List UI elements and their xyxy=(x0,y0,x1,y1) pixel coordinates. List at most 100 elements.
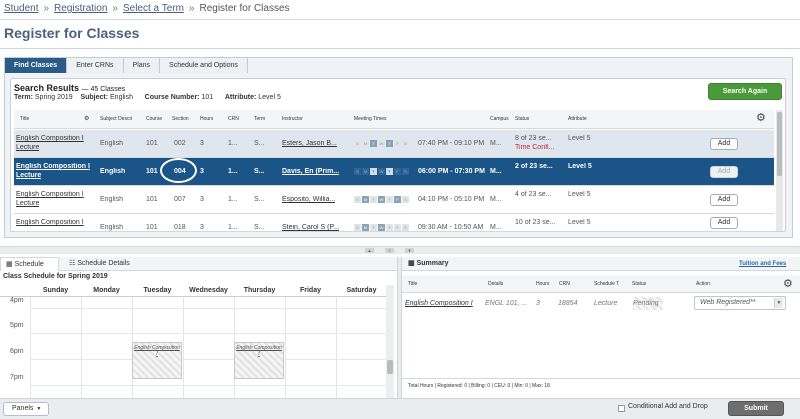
col-instructor[interactable]: Instructor xyxy=(282,110,303,129)
add-button[interactable]: Add xyxy=(710,138,738,150)
row-crn: 1... xyxy=(228,140,238,147)
day-indicator: T xyxy=(386,140,393,147)
day-indicator: W xyxy=(378,140,385,147)
settings-icon[interactable]: ⚙ xyxy=(84,110,90,129)
day-indicator: S xyxy=(402,168,409,175)
col-title[interactable]: Title xyxy=(20,110,29,129)
col-title[interactable]: Title xyxy=(408,275,417,293)
row-instructor[interactable]: Esposito, Willia... xyxy=(282,196,335,203)
panels-button[interactable]: Panels ▼ xyxy=(3,402,49,416)
row-title-link[interactable]: English Composition I xyxy=(16,135,84,142)
add-button[interactable]: Add xyxy=(710,166,738,178)
search-results-label: Search Results xyxy=(14,83,80,93)
conditional-add-drop-checkbox[interactable] xyxy=(618,405,625,412)
row-term: S... xyxy=(254,196,265,203)
splitter-up-icon[interactable]: ▲ xyxy=(365,248,374,253)
breadcrumb-select-term-link[interactable]: Select a Term xyxy=(123,3,184,14)
breadcrumb-separator: » xyxy=(43,3,50,14)
col-section[interactable]: Section xyxy=(172,110,194,129)
meeting-days: SMTWTFS xyxy=(354,140,409,147)
tab-schedule[interactable]: ▦ Schedule xyxy=(0,257,59,271)
row-status-conflict: Time Confl... xyxy=(515,144,555,151)
day-indicator: S xyxy=(354,168,361,175)
col-status[interactable]: Status xyxy=(515,110,529,129)
summary-hours: 3 xyxy=(536,300,540,307)
tab-find-classes[interactable]: Find Classes xyxy=(5,58,68,73)
row-title-type[interactable]: Lecture xyxy=(16,144,39,151)
breadcrumb-student-link[interactable]: Student xyxy=(4,3,38,14)
grid-line xyxy=(285,297,286,402)
page-title: Register for Classes xyxy=(4,25,140,41)
results-scrollbar-thumb[interactable] xyxy=(777,112,782,176)
splitter-down-icon[interactable]: ▼ xyxy=(405,248,414,253)
schedule-tabbar xyxy=(0,257,397,271)
attribute-value: Level 5 xyxy=(258,94,281,101)
table-settings-icon[interactable]: ⚙ xyxy=(756,111,766,124)
calendar-event[interactable]: English Composition I xyxy=(234,342,284,379)
col-action[interactable]: Action xyxy=(696,275,710,293)
col-meeting-times[interactable]: Meeting Times xyxy=(354,110,387,129)
add-button[interactable]: Add xyxy=(710,194,738,206)
col-details[interactable]: Details xyxy=(488,275,503,293)
calendar-scrollbar-thumb[interactable] xyxy=(387,360,393,374)
row-meeting-time: 09:30 AM - 10:50 AM xyxy=(418,224,484,231)
row-instructor[interactable]: Stein, Carol S (P... xyxy=(282,224,339,231)
day-indicator: M xyxy=(362,196,369,203)
day-indicator: T xyxy=(370,140,377,147)
row-title-link[interactable]: English Composition I xyxy=(16,163,90,170)
row-hours: 3 xyxy=(200,140,204,147)
day-indicator: S xyxy=(402,140,409,147)
table-row[interactable]: English Composition I Lecture English 101 00… xyxy=(14,130,774,158)
tab-plans[interactable]: Plans xyxy=(123,58,161,73)
row-title-link[interactable]: English Composition I xyxy=(16,219,84,226)
tab-enter-crns[interactable]: Enter CRNs xyxy=(67,58,124,73)
col-status[interactable]: Status xyxy=(632,275,646,293)
col-hours[interactable]: Hours xyxy=(200,110,213,129)
divider xyxy=(0,19,800,20)
splitter-grip-icon[interactable]: ≡ xyxy=(385,248,394,253)
list-icon: ☷ xyxy=(69,260,76,267)
col-hours[interactable]: Hours xyxy=(536,275,549,293)
chevron-down-icon: ▼ xyxy=(36,406,42,412)
row-title-type[interactable]: Lecture xyxy=(16,200,39,207)
table-row[interactable]: English Composition I Lecture English 101 00… xyxy=(14,186,774,214)
col-attribute[interactable]: Attribute xyxy=(568,110,587,129)
action-select[interactable]: Web Registered** ▼ xyxy=(694,296,786,310)
calendar-scrollbar[interactable] xyxy=(386,285,394,402)
summary-title: ▦ Summary xyxy=(408,257,448,271)
col-crn[interactable]: CRN xyxy=(559,275,570,293)
tab-schedule-options[interactable]: Schedule and Options xyxy=(160,58,248,73)
table-row[interactable]: English Composition I Lecture English 101 00… xyxy=(14,158,774,186)
col-schedule-type[interactable]: Schedule T xyxy=(594,275,619,293)
row-instructor[interactable]: Davis, En (Prim... xyxy=(282,168,339,175)
panel-splitter[interactable] xyxy=(0,246,800,254)
calendar-event-title: English Composition I xyxy=(134,345,180,357)
row-subject: English xyxy=(100,140,123,147)
hour-label: 5pm xyxy=(10,322,24,329)
row-meeting-time: 04:10 PM - 05:10 PM xyxy=(418,196,485,203)
col-term[interactable]: Term xyxy=(254,110,265,129)
search-again-button[interactable]: Search Again xyxy=(708,83,782,100)
col-campus[interactable]: Campus xyxy=(490,110,512,129)
breadcrumb-registration-link[interactable]: Registration xyxy=(54,3,107,14)
tuition-fees-link[interactable]: Tuition and Fees xyxy=(739,257,786,271)
calendar-event[interactable]: English Composition I xyxy=(132,342,182,379)
submit-button[interactable]: Submit xyxy=(728,401,784,416)
summary-title-link[interactable]: English Composition I xyxy=(405,300,473,307)
row-hours: 3 xyxy=(200,168,204,175)
grid-line xyxy=(30,297,31,402)
tab-schedule-details[interactable]: ☷ Schedule Details xyxy=(64,257,130,271)
grid-line xyxy=(183,297,184,402)
table-row[interactable]: English Composition I English 101 018 3 1... S… xyxy=(14,214,774,232)
row-instructor[interactable]: Esters, Jason B... xyxy=(282,140,337,147)
add-button[interactable]: Add xyxy=(710,217,738,229)
col-subject[interactable]: Subject Descri xyxy=(100,110,136,129)
grid-line xyxy=(30,359,386,360)
row-campus: M... xyxy=(490,140,502,147)
row-title-link[interactable]: English Composition I xyxy=(16,191,84,198)
summary-settings-icon[interactable]: ⚙ xyxy=(783,277,793,290)
row-title-type[interactable]: Lecture xyxy=(16,172,41,179)
conditional-add-drop-label: Conditional Add and Drop xyxy=(628,403,708,410)
col-course[interactable]: Course xyxy=(146,110,168,129)
col-crn[interactable]: CRN xyxy=(228,110,239,129)
